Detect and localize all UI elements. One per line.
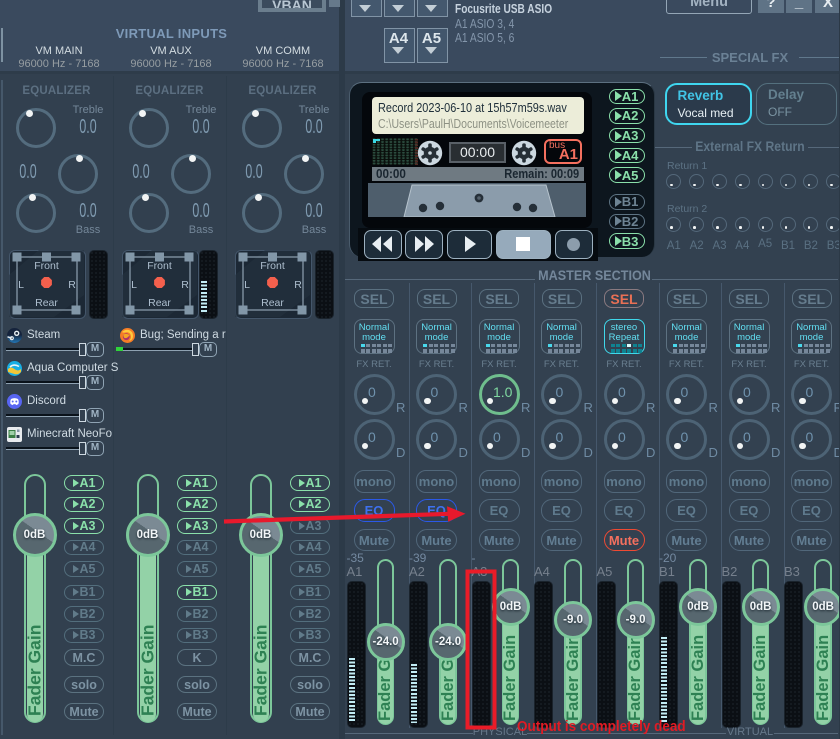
svg-text:Fader Gain: Fader Gain — [566, 635, 581, 721]
svg-text:Rear: Rear — [261, 297, 284, 309]
svg-text:R: R — [181, 279, 189, 291]
svg-text:Fader Gain: Fader Gain — [503, 635, 518, 721]
svg-text:R: R — [68, 279, 76, 291]
svg-text:Fader Gain: Fader Gain — [628, 635, 643, 721]
svg-text:Rear: Rear — [35, 297, 58, 309]
svg-text:Fader Gain: Fader Gain — [253, 625, 269, 716]
svg-text:Front: Front — [147, 260, 172, 272]
svg-text:Fader Gain: Fader Gain — [691, 635, 706, 721]
svg-text:L: L — [18, 279, 24, 291]
svg-text:Rear: Rear — [148, 297, 171, 309]
svg-text:R: R — [294, 279, 302, 291]
svg-text:L: L — [244, 279, 250, 291]
svg-text:Front: Front — [260, 260, 285, 272]
svg-text:Front: Front — [34, 260, 59, 272]
svg-text:L: L — [131, 279, 137, 291]
svg-text:Fader Gain: Fader Gain — [816, 635, 831, 721]
svg-text:Fader Gain: Fader Gain — [753, 635, 768, 721]
svg-text:Fader Gain: Fader Gain — [27, 625, 43, 716]
svg-text:Fader Gain: Fader Gain — [140, 625, 156, 716]
